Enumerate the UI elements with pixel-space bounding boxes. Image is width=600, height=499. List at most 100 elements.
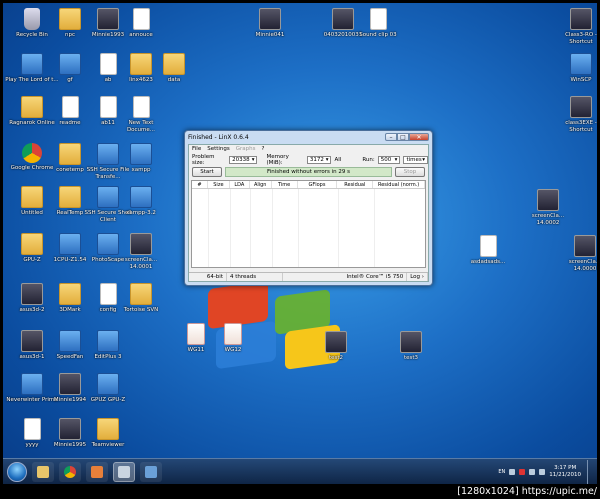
desktop-icon-label: GPUZ GPU-Z xyxy=(90,397,126,403)
window-title: Finished - LinX 0.6.4 xyxy=(188,133,249,141)
desktop-icon[interactable]: GPUZ GPU-Z xyxy=(81,373,135,404)
desktop-icon[interactable]: Sound clip 03 xyxy=(351,8,405,39)
img-icon xyxy=(537,189,559,211)
taskbar-media[interactable] xyxy=(86,461,108,482)
doc-icon xyxy=(369,8,387,30)
menu-graphs[interactable]: Graphs xyxy=(236,145,256,154)
folder-icon xyxy=(130,283,152,305)
desktop-icon[interactable]: New Text Docume... xyxy=(114,96,168,133)
linx-window[interactable]: Finished - LinX 0.6.4 – □ ✕ File Setting… xyxy=(184,130,433,286)
desktop-icon[interactable]: WinSCP xyxy=(554,53,597,84)
desktop-icon-label: screenCla... 14.0002 xyxy=(531,213,565,226)
problem-size-value: 20338 xyxy=(232,156,250,163)
clock[interactable]: 3:17 PM 11/21/2010 xyxy=(549,465,581,479)
column-header[interactable]: Size xyxy=(208,181,230,188)
network-icon[interactable] xyxy=(529,468,536,475)
desktop-icon[interactable]: Tortoise SVN xyxy=(114,283,168,314)
desktop-icon[interactable]: Minnie041 xyxy=(243,8,297,39)
memory-value: 3172 xyxy=(309,156,324,163)
desktop-icon[interactable]: xampp xyxy=(114,143,168,174)
show-desktop-button[interactable] xyxy=(587,459,593,484)
column-header[interactable]: LDA xyxy=(230,181,250,188)
start-button[interactable] xyxy=(7,461,27,482)
taskbar-chrome[interactable] xyxy=(59,461,81,482)
desktop-icon-label: data xyxy=(167,77,181,83)
column-header[interactable]: Residual xyxy=(337,181,374,188)
clock-date: 11/21/2010 xyxy=(549,471,581,478)
app-icon xyxy=(130,186,152,208)
desktop-icon[interactable]: annouce xyxy=(114,8,168,39)
problem-size-combo[interactable]: 20338 ▾ xyxy=(229,155,258,164)
run-unit-combo[interactable]: times ▾ xyxy=(403,155,429,164)
desktop-icon-label: Sound clip 03 xyxy=(359,32,397,38)
column-header[interactable]: Residual (norm.) xyxy=(373,181,426,188)
img-icon xyxy=(21,283,43,305)
menu-help[interactable]: ? xyxy=(262,145,265,154)
column-header[interactable]: GFlops xyxy=(298,181,338,188)
img-icon xyxy=(570,96,592,118)
windows-logo-red-pane xyxy=(208,280,268,330)
desktop-icon[interactable]: screenCla... 14.0000 xyxy=(558,235,597,272)
action-center-icon[interactable] xyxy=(519,468,526,475)
desktop-icon[interactable]: test2 xyxy=(309,331,363,362)
img-icon xyxy=(570,8,592,30)
desktop-icon[interactable]: xampp-3.2 xyxy=(114,186,168,217)
results-table[interactable]: # Size LDA Align Time GFlops Residual Residual … xyxy=(191,180,427,268)
img-icon xyxy=(574,235,596,257)
taskbar-linx[interactable] xyxy=(113,461,135,482)
window-titlebar[interactable]: Finished - LinX 0.6.4 – □ ✕ xyxy=(185,131,432,143)
column-divider xyxy=(208,189,209,267)
taskbar-explorer[interactable] xyxy=(32,461,54,482)
desktop-icon-label: Minnie041 xyxy=(255,32,285,38)
log-button[interactable]: Log › xyxy=(407,273,428,281)
stop-button[interactable]: Stop xyxy=(395,166,425,177)
desktop-icon[interactable]: screenCla... 14.0001 xyxy=(114,233,168,270)
desktop-icon[interactable]: Teamviewer xyxy=(81,418,135,449)
column-divider xyxy=(272,189,273,267)
img-icon xyxy=(59,373,81,395)
maximize-button[interactable]: □ xyxy=(397,133,409,141)
volume-icon[interactable] xyxy=(539,468,546,475)
column-header[interactable]: Align xyxy=(250,181,272,188)
desktop-icon[interactable]: EditPlus 3 xyxy=(81,330,135,361)
memory-combo[interactable]: 3172 ▾ xyxy=(306,155,332,164)
all-label[interactable]: All xyxy=(334,157,341,163)
taskbar-app[interactable] xyxy=(140,461,162,482)
folder-icon xyxy=(163,53,185,75)
img-icon xyxy=(59,418,81,440)
desktop-icon-label: Class3-RO - Shortcut xyxy=(565,32,597,45)
status-text: Finished without errors in 29 s xyxy=(225,166,392,177)
doc-icon xyxy=(61,96,79,118)
folder-icon xyxy=(59,186,81,208)
run-value: 500 xyxy=(380,156,392,163)
close-button[interactable]: ✕ xyxy=(409,133,429,141)
chevron-down-icon: ▾ xyxy=(251,156,255,163)
column-divider xyxy=(374,189,375,267)
desktop-icon[interactable]: data xyxy=(147,53,201,84)
column-header[interactable]: Time xyxy=(272,181,298,188)
desktop-icon[interactable]: Class3-RO - Shortcut xyxy=(554,8,597,45)
desktop-icon[interactable]: asdadsads... xyxy=(461,235,515,266)
desktop-icon[interactable]: class3EXE - Shortcut xyxy=(554,96,597,133)
desktop-icon[interactable]: screenCla... 14.0002 xyxy=(521,189,575,226)
column-divider xyxy=(250,189,251,267)
chrome-icon xyxy=(22,143,42,163)
app-icon xyxy=(21,373,43,395)
desktop-icon[interactable]: test3 xyxy=(384,331,438,362)
desktop-icon[interactable]: WG12 xyxy=(206,323,260,354)
minimize-button[interactable]: – xyxy=(385,133,397,141)
column-header[interactable]: # xyxy=(192,181,208,188)
folder-icon xyxy=(21,186,43,208)
tray-arrow-icon[interactable] xyxy=(509,468,516,475)
doc-icon xyxy=(132,96,150,118)
app-icon xyxy=(97,373,119,395)
language-indicator[interactable]: EN xyxy=(498,469,505,475)
desktop-icon-label: test3 xyxy=(403,355,419,361)
desktop-icon-label: class3EXE - Shortcut xyxy=(565,120,597,133)
run-combo[interactable]: 500 ▾ xyxy=(377,155,401,164)
folder-icon xyxy=(59,143,81,165)
system-tray: EN 3:17 PM 11/21/2010 xyxy=(498,459,597,484)
start-button[interactable]: Start xyxy=(192,166,222,177)
chevron-down-icon: ▾ xyxy=(422,156,426,163)
img-icon xyxy=(325,331,347,353)
